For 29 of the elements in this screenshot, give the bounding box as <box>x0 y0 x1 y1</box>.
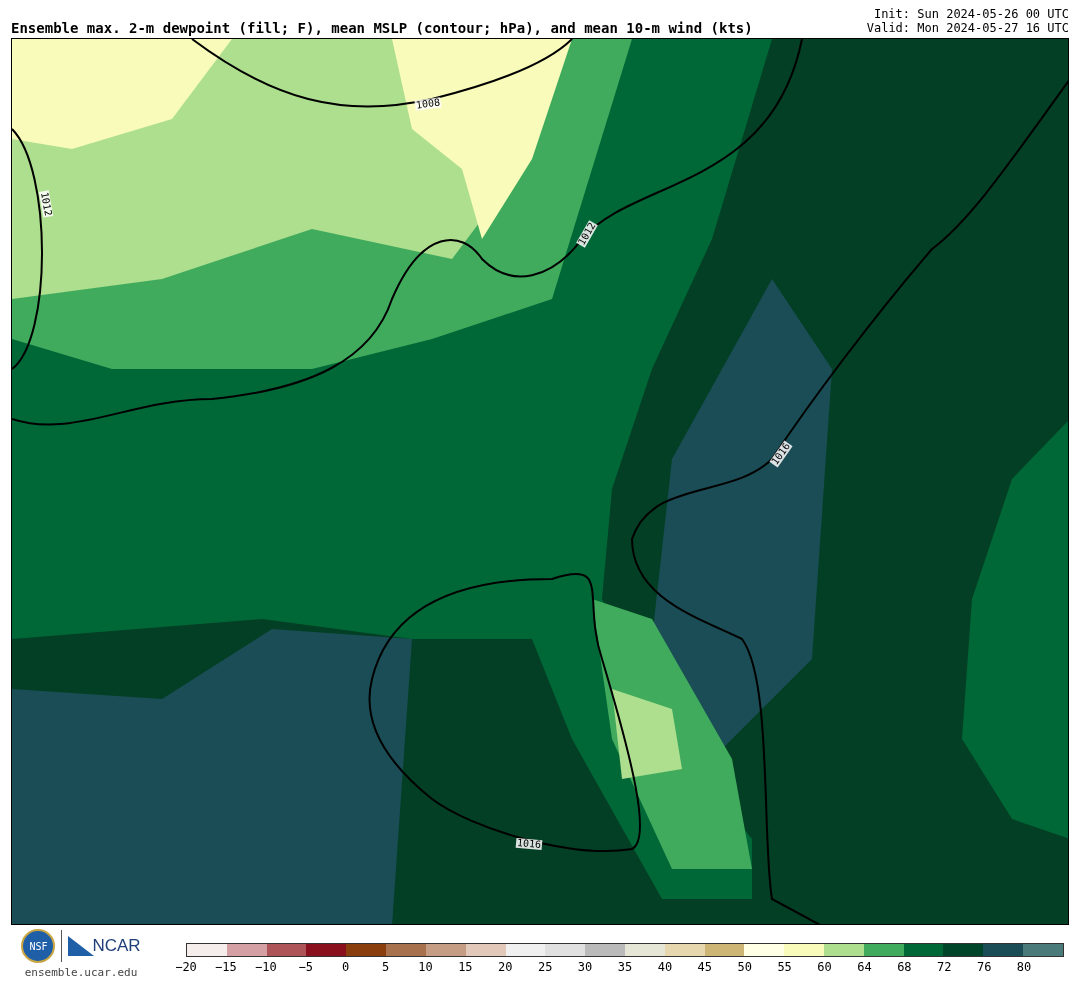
triangle-logo-icon <box>68 936 95 956</box>
site-url: ensemble.ucar.edu <box>24 965 138 981</box>
valid-time: Valid: Mon 2024-05-27 16 UTC <box>866 21 1069 35</box>
tick-label: 64 <box>857 961 872 973</box>
logo-text: NCAR <box>92 935 141 958</box>
tick-label: 50 <box>737 961 752 973</box>
tick-label: 40 <box>657 961 673 973</box>
tick-label: −10 <box>254 961 277 973</box>
chart-title: Ensemble max. 2-m dewpoint (fill; F), mean MSLP (contour; hPa), and mean 10-m wind (kts) <box>11 21 753 35</box>
tick-label: 60 <box>817 961 832 973</box>
tick-label: 0 <box>342 961 350 973</box>
tick-label: −20 <box>175 961 197 973</box>
tick-label: 76 <box>976 961 992 973</box>
tick-label: −15 <box>215 961 237 973</box>
tick-label: 80 <box>1016 961 1032 973</box>
seal-logo: NSF <box>21 929 56 963</box>
tick-label: 15 <box>458 961 473 973</box>
tick-label: 25 <box>537 961 553 973</box>
tick-label: 10 <box>418 961 433 973</box>
tick-label: 72 <box>937 961 952 973</box>
tick-label: 20 <box>498 961 513 973</box>
init-time: Init: Sun 2024-05-26 00 UTC <box>873 7 1069 21</box>
tick-label: 5 <box>381 961 390 973</box>
tick-label: 30 <box>577 961 593 973</box>
tick-label: 55 <box>777 961 792 973</box>
tick-label: −5 <box>298 961 313 973</box>
tick-label: 35 <box>617 961 633 973</box>
tick-label: 68 <box>897 961 912 973</box>
tick-label: 45 <box>697 961 713 973</box>
